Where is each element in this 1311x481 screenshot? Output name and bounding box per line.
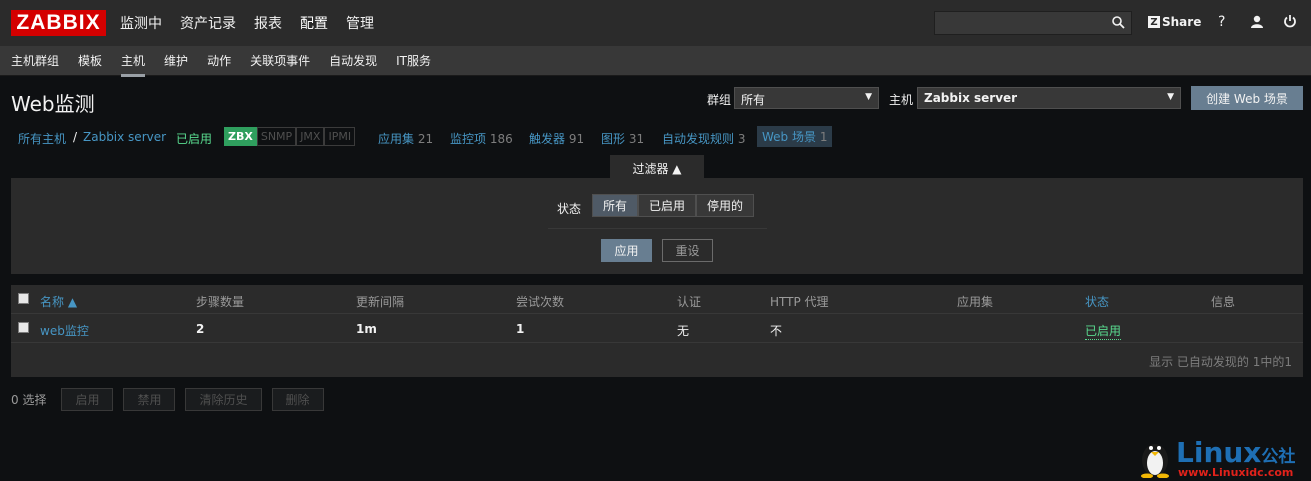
applications-link[interactable]: 应用集 21 — [378, 130, 433, 147]
row-checkbox[interactable] — [18, 322, 29, 333]
tux-penguin-icon — [1141, 444, 1169, 478]
group-label: 群组 — [707, 93, 732, 107]
breadcrumb-host[interactable]: Zabbix server — [83, 130, 166, 144]
filter-panel: 状态 所有 已启用 停用的 应用 重设 — [11, 178, 1303, 274]
status-option-all[interactable]: 所有 — [592, 194, 639, 217]
select-all-checkbox[interactable] — [18, 293, 29, 304]
zabbix-logo[interactable]: ZABBIX — [11, 10, 106, 36]
nav-inventory[interactable]: 资产记录 — [180, 13, 236, 33]
status-filter-label: 状态 — [557, 202, 582, 216]
host-navigation: 所有主机 / Zabbix server 已启用 ZBX SNMP JMX IP… — [0, 126, 900, 148]
power-icon[interactable] — [1283, 14, 1297, 32]
breadcrumb-separator: / — [73, 130, 78, 144]
scenario-name-link[interactable]: web监控 — [40, 322, 89, 339]
page-title: Web监测 — [11, 92, 95, 116]
discovery-rules-link[interactable]: 自动发现规则 3 — [662, 130, 745, 147]
scenario-proxy: 不 — [770, 324, 783, 338]
reset-filter-button[interactable]: 重设 — [662, 239, 713, 262]
column-attempts: 尝试次数 — [516, 295, 565, 309]
availability-tags: ZBX SNMP JMX IPMI — [224, 127, 356, 146]
user-profile-icon[interactable] — [1250, 15, 1264, 33]
status-option-enabled[interactable]: 已启用 — [638, 194, 697, 217]
subnav-maintenance[interactable]: 维护 — [164, 52, 188, 69]
items-link[interactable]: 监控项 186 — [450, 130, 513, 147]
help-icon[interactable]: ? — [1218, 14, 1225, 30]
zabbix-share-icon: Z — [1148, 16, 1160, 28]
subnav-templates[interactable]: 模板 — [78, 52, 102, 69]
column-info: 信息 — [1211, 295, 1236, 309]
nav-administration[interactable]: 管理 — [346, 13, 374, 33]
nav-monitoring[interactable]: 监测中 — [120, 13, 162, 33]
main-nav: 监测中 资产记录 报表 配置 管理 — [120, 13, 392, 33]
apply-filter-button[interactable]: 应用 — [601, 239, 652, 262]
tag-snmp: SNMP — [256, 127, 297, 146]
enable-button[interactable]: 启用 — [61, 388, 114, 411]
host-status-enabled[interactable]: 已启用 — [176, 130, 212, 147]
status-option-disabled[interactable]: 停用的 — [696, 194, 755, 217]
linuxidc-watermark: Linux公社 www.Linuxidc.com — [1136, 436, 1308, 479]
host-label: 主机 — [889, 93, 914, 107]
triggers-link[interactable]: 触发器 91 — [529, 130, 584, 147]
scenario-steps: 2 — [196, 322, 205, 336]
nav-reports[interactable]: 报表 — [254, 13, 282, 33]
filter-toggle-tab[interactable]: 过滤器 ▲ — [610, 155, 704, 179]
status-filter-group: 所有 已启用 停用的 — [592, 194, 755, 217]
subnav-host-groups[interactable]: 主机群组 — [11, 52, 59, 69]
host-select[interactable]: Zabbix server ▼ — [917, 87, 1181, 109]
chevron-down-icon: ▼ — [1167, 92, 1174, 102]
group-select[interactable]: 所有 ▼ — [734, 87, 879, 109]
column-http-proxy: HTTP 代理 — [770, 295, 829, 309]
watermark-title: Linux公社 — [1176, 436, 1296, 469]
subnav-it-services[interactable]: IT服务 — [396, 52, 431, 69]
nav-configuration[interactable]: 配置 — [300, 13, 328, 33]
delete-button[interactable]: 删除 — [271, 388, 324, 411]
breadcrumb-all-hosts[interactable]: 所有主机 — [18, 130, 66, 147]
scenario-auth: 无 — [677, 324, 690, 338]
table-row: web监控 2 1m 1 无 不 已启用 — [11, 314, 1303, 343]
sub-nav: 主机群组 模板 主机 维护 动作 关联项事件 自动发现 IT服务 — [0, 46, 1311, 77]
filter-divider — [548, 228, 767, 229]
chevron-down-icon: ▼ — [865, 92, 872, 102]
column-authentication: 认证 — [677, 295, 702, 309]
search-input[interactable] — [934, 11, 1132, 35]
tag-ipmi: IPMI — [324, 127, 356, 146]
subnav-discovery[interactable]: 自动发现 — [329, 52, 377, 69]
tag-zbx: ZBX — [224, 127, 257, 146]
scenario-status-toggle[interactable]: 已启用 — [1085, 322, 1122, 340]
table-header-row: 名称 ▲ 步骤数量 更新间隔 尝试次数 认证 HTTP 代理 应用集 状态 信息 — [11, 285, 1303, 314]
table-summary: 显示 已自动发现的 1中的1 — [1149, 355, 1292, 369]
top-bar: ZABBIX 监测中 资产记录 报表 配置 管理 Z Share ? — [0, 0, 1311, 46]
web-scenarios-table: 名称 ▲ 步骤数量 更新间隔 尝试次数 认证 HTTP 代理 应用集 状态 信息… — [11, 285, 1303, 377]
column-steps: 步骤数量 — [196, 295, 245, 309]
subnav-correlation[interactable]: 关联项事件 — [250, 52, 310, 69]
web-scenarios-link[interactable]: Web 场景 1 — [757, 126, 833, 147]
watermark-url: www.Linuxidc.com — [1178, 466, 1294, 479]
mass-actions-bar: 0 选择 启用 禁用 清除历史 删除 — [11, 388, 334, 411]
clear-history-button[interactable]: 清除历史 — [185, 388, 262, 411]
selected-count: 0 选择 — [11, 393, 47, 407]
graphs-link[interactable]: 图形 31 — [601, 130, 644, 147]
page-header: Web监测 群组 所有 ▼ 主机 Zabbix server ▼ 创建 Web … — [0, 76, 1311, 120]
column-name-sort[interactable]: 名称 ▲ — [40, 293, 77, 310]
disable-button[interactable]: 禁用 — [123, 388, 176, 411]
create-web-scenario-button[interactable]: 创建 Web 场景 — [1191, 86, 1303, 110]
subnav-hosts[interactable]: 主机 — [121, 52, 146, 77]
column-status-sort[interactable]: 状态 — [1085, 293, 1109, 310]
subnav-actions[interactable]: 动作 — [207, 52, 231, 69]
share-button[interactable]: Z Share — [1148, 15, 1201, 29]
tag-jmx: JMX — [296, 127, 325, 146]
scenario-attempts: 1 — [516, 322, 525, 336]
scenario-interval: 1m — [356, 322, 377, 336]
column-application: 应用集 — [957, 295, 994, 309]
column-interval: 更新间隔 — [356, 295, 405, 309]
search-icon[interactable] — [1112, 16, 1125, 33]
